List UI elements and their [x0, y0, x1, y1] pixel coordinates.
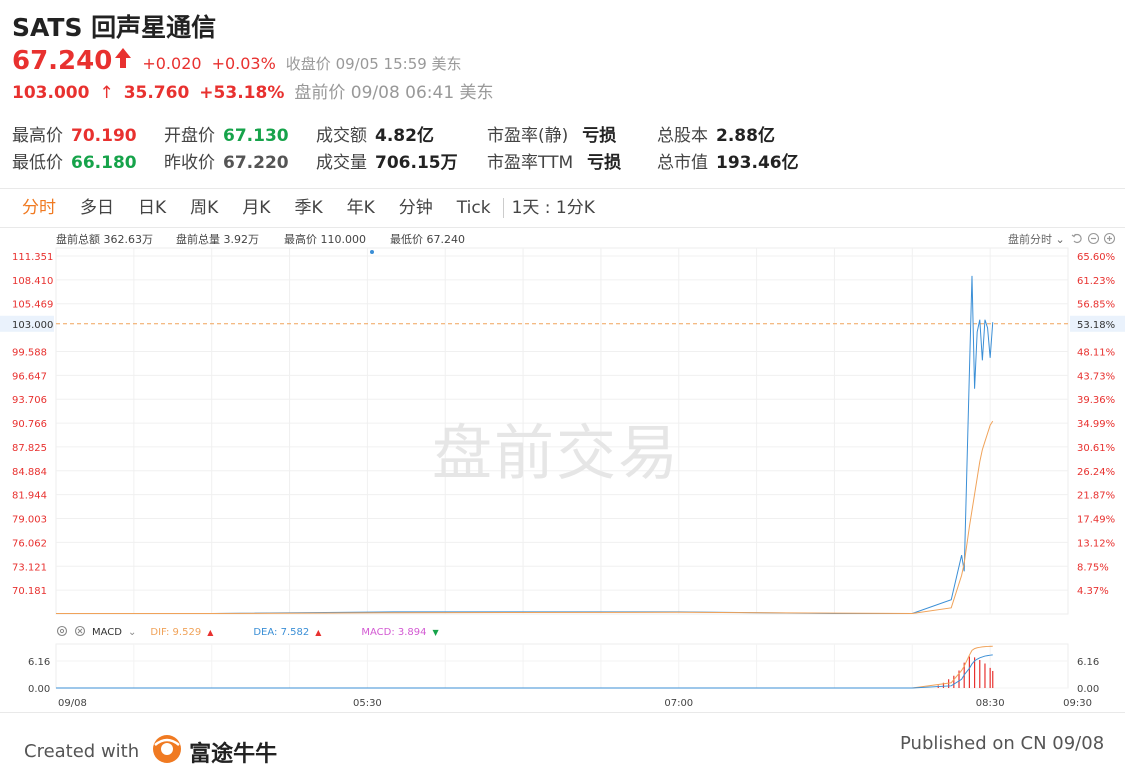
- close-icon[interactable]: [74, 625, 86, 640]
- macd-select[interactable]: MACD: [92, 627, 122, 638]
- x-tick-label: 08:30: [976, 698, 1005, 709]
- y-tick-label-right: 39.36%: [1077, 395, 1115, 406]
- y-tick-label: 70.181: [12, 586, 47, 597]
- price-chart[interactable]: 111.351 108.410 105.469 103.000 99.588 96.647…: [0, 0, 1125, 712]
- futu-logo-icon: [151, 733, 183, 770]
- macd-frame: [55, 643, 1069, 689]
- y-tick-label-right: 26.24%: [1077, 467, 1115, 478]
- dea-value: DEA: 7.582: [253, 627, 310, 638]
- y-tick-label-right: 8.75%: [1077, 562, 1109, 573]
- y-tick-label: 87.825: [12, 443, 47, 454]
- dif-value: DIF: 9.529: [150, 627, 202, 638]
- y-tick-label-right: 43.73%: [1077, 371, 1115, 382]
- settings-icon[interactable]: [56, 625, 68, 640]
- macd-tick-left: 0.00: [28, 684, 50, 695]
- macd-tick-left: 6.16: [28, 657, 50, 668]
- y-tick-label-right: 17.49%: [1077, 515, 1115, 526]
- y-tick-label: 103.000: [12, 320, 53, 331]
- y-tick-label: 105.469: [12, 300, 53, 311]
- y-tick-label: 111.351: [12, 252, 53, 263]
- y-tick-label: 90.766: [12, 419, 47, 430]
- x-tick-label: 07:00: [664, 698, 693, 709]
- x-tick-label: 09/08: [58, 698, 87, 709]
- y-tick-label-right: 30.61%: [1077, 443, 1115, 454]
- y-tick-label-right: 56.85%: [1077, 300, 1115, 311]
- divider: [0, 712, 1125, 713]
- macd-header: MACD ⌄ DIF: 9.529 ▲ DEA: 7.582 ▲ MACD: 3…: [56, 625, 439, 640]
- y-tick-label-right: 34.99%: [1077, 419, 1115, 430]
- macd-value: MACD: 3.894: [361, 627, 427, 638]
- max-marker: [370, 250, 374, 254]
- dea-up-icon: ▲: [315, 628, 322, 637]
- y-tick-label: 73.121: [12, 562, 47, 573]
- premarket-watermark: 盘前交易: [432, 419, 680, 489]
- macd-tick-right: 6.16: [1077, 657, 1099, 668]
- y-tick-label: 99.588: [12, 347, 47, 358]
- y-tick-label: 96.647: [12, 371, 47, 382]
- y-tick-label: 76.062: [12, 538, 47, 549]
- y-tick-label: 79.003: [12, 515, 47, 526]
- macd-down-icon: ▼: [432, 628, 439, 637]
- y-tick-label-right: 21.87%: [1077, 491, 1115, 502]
- y-tick-label: 81.944: [12, 491, 47, 502]
- y-tick-label-right: 4.37%: [1077, 586, 1109, 597]
- y-tick-label: 108.410: [12, 276, 53, 287]
- dif-up-icon: ▲: [207, 628, 214, 637]
- footer-created: Created with 富途牛牛: [24, 733, 277, 770]
- published-label: Published on CN 09/08: [900, 733, 1105, 754]
- y-tick-label-right: 13.12%: [1077, 538, 1115, 549]
- x-tick-label: 09:30: [1063, 698, 1092, 709]
- y-tick-label: 84.884: [12, 467, 47, 478]
- dea-line: [56, 654, 993, 689]
- brand-name: 富途牛牛: [189, 741, 278, 767]
- y-tick-label-right: 48.11%: [1077, 347, 1115, 358]
- created-with-label: Created with: [24, 741, 140, 762]
- y-tick-label-right: 65.60%: [1077, 252, 1115, 263]
- dif-line: [56, 645, 993, 689]
- chevron-down-icon[interactable]: ⌄: [128, 627, 136, 638]
- y-tick-label-right: 61.23%: [1077, 276, 1115, 287]
- x-tick-label: 05:30: [353, 698, 382, 709]
- y-tick-label-right: 53.18%: [1077, 320, 1115, 331]
- macd-tick-right: 0.00: [1077, 684, 1099, 695]
- y-tick-label: 93.706: [12, 395, 47, 406]
